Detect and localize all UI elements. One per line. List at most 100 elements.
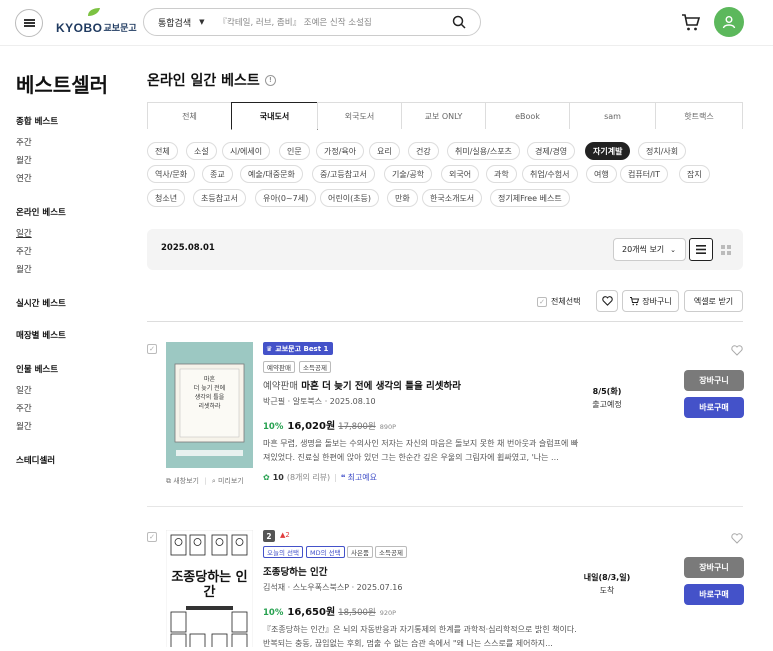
category-chip[interactable]: 취미/실용/스포츠 (447, 142, 520, 160)
search-icon[interactable] (452, 15, 466, 29)
sidebar-item-overall-yearly[interactable]: 연간 (16, 172, 32, 184)
category-chip[interactable]: 요리 (369, 142, 400, 160)
bestseller-badge: ♛ 교보문고 Best 1 (263, 342, 334, 355)
sidebar-item-person-weekly[interactable]: 주간 (16, 402, 32, 414)
add-to-cart-button[interactable]: 장바구니 (684, 557, 744, 578)
book-cover[interactable]: 마흔 더 늦기 전에 생각의 틀을 리셋하라 (166, 342, 253, 468)
category-chip[interactable]: 여행 (586, 165, 617, 183)
my-page-button[interactable] (714, 7, 744, 37)
search-icon[interactable]: ⌕ (212, 477, 216, 485)
crown-icon: ♛ (266, 344, 273, 353)
tab-ebook[interactable]: eBook (485, 102, 570, 129)
category-chip[interactable]: 시/에세이 (222, 142, 271, 160)
sidebar-group-person[interactable]: 인물 베스트 (16, 363, 58, 375)
quote-icon: ❝ (340, 473, 346, 482)
header: KYOBO 교보문고 통합검색 ▼ 『칵테일, 러브, 좀비』 조예은 신작 소… (0, 0, 773, 46)
heart-icon[interactable] (731, 345, 743, 356)
tab-sam[interactable]: sam (569, 102, 656, 129)
buy-now-button[interactable]: 바로구매 (684, 397, 744, 418)
cart-icon[interactable] (681, 12, 701, 32)
cover-line: 생각의 틀을 (194, 394, 225, 401)
heart-icon[interactable] (731, 533, 743, 544)
new-window-icon[interactable]: ⧉ (166, 477, 171, 485)
sidebar-item-online-weekly[interactable]: 주간 (16, 245, 32, 257)
category-chip[interactable]: 가정/육아 (316, 142, 365, 160)
sidebar-item-online-monthly[interactable]: 월간 (16, 263, 32, 275)
category-chip[interactable]: 전체 (147, 142, 178, 160)
sidebar-item-person-monthly[interactable]: 월간 (16, 420, 32, 432)
product-review[interactable]: ✿ 10 (8개의 리뷰) | ❝ 최고예요 (263, 472, 377, 483)
cover-text: 마흔 더 늦기 전에 생각의 틀을 리셋하라 (186, 375, 233, 411)
product-title[interactable]: 예약판매 마흔 더 늦기 전에 생각의 틀을 리셋하라 (263, 378, 461, 392)
excel-download-button[interactable]: 엑셀로 받기 (684, 290, 743, 312)
sidebar-item-person-daily[interactable]: 일간 (16, 384, 32, 396)
category-chip[interactable]: 과학 (486, 165, 517, 183)
book-cover[interactable]: 조종당하는 인간 (166, 530, 253, 647)
grid-view-button[interactable] (714, 238, 738, 261)
category-chip[interactable]: 종교 (202, 165, 233, 183)
sidebar-group-store[interactable]: 매장별 베스트 (16, 329, 66, 341)
product-tag: 소득공제 (375, 546, 407, 558)
per-page-select[interactable]: 20개씩 보기 ⌄ (613, 238, 686, 261)
kyobo-logo[interactable]: KYOBO 교보문고 (56, 8, 137, 35)
cart-all-label: 장바구니 (642, 296, 672, 306)
new-window-link[interactable]: 새창보기 (173, 477, 199, 485)
category-chip[interactable]: 기술/공학 (384, 165, 433, 183)
add-all-to-cart-button[interactable]: 장바구니 (622, 290, 679, 312)
category-chip[interactable]: 어린이(초등) (320, 189, 380, 207)
search-input[interactable]: 『칵테일, 러브, 좀비』 조예은 신작 소설집 (219, 16, 452, 28)
tab-foreign[interactable]: 외국도서 (317, 102, 402, 129)
caret-down-icon[interactable]: ▼ (199, 18, 204, 26)
category-chip[interactable]: 컴퓨터/IT (620, 165, 669, 183)
wishlist-all-button[interactable] (596, 290, 618, 312)
category-chip-active[interactable]: 자기계발 (585, 142, 631, 160)
review-icon: ✿ (263, 473, 270, 482)
sidebar-item-online-daily[interactable]: 일간 (16, 227, 32, 239)
hamburger-menu-button[interactable] (15, 9, 43, 37)
logo-text-en: KYOBO (56, 21, 103, 35)
category-chip[interactable]: 경제/경영 (527, 142, 576, 160)
category-chip[interactable]: 만화 (387, 189, 418, 207)
tab-domestic[interactable]: 국내도서 (231, 102, 318, 130)
category-chip[interactable]: 초등참고서 (193, 189, 246, 207)
sidebar-group-steady[interactable]: 스테디셀러 (16, 454, 55, 466)
category-chip[interactable]: 인문 (279, 142, 310, 160)
add-to-cart-button[interactable]: 장바구니 (684, 370, 744, 391)
sidebar-group-online[interactable]: 온라인 베스트 (16, 206, 66, 218)
info-icon[interactable]: ! (264, 74, 276, 86)
sidebar-group-overall[interactable]: 종합 베스트 (16, 115, 58, 127)
product-checkbox[interactable]: ✓ (147, 344, 157, 354)
category-chip[interactable]: 정치/사회 (638, 142, 687, 160)
category-chip[interactable]: 유아(0~7세) (255, 189, 317, 207)
list-view-button[interactable] (689, 238, 713, 261)
product-checkbox[interactable]: ✓ (147, 532, 157, 542)
category-chip[interactable]: 정기제Free 베스트 (490, 189, 570, 207)
cover-title: 조종당하는 인간 (171, 570, 248, 600)
tab-kyobo-only[interactable]: 교보 ONLY (401, 102, 486, 129)
category-chip[interactable]: 예술/대중문화 (240, 165, 303, 183)
cart-icon (630, 297, 640, 306)
category-chip[interactable]: 청소년 (147, 189, 186, 207)
product-tag: 오늘의 선택 (263, 546, 303, 558)
category-chip[interactable]: 취업/수험서 (522, 165, 578, 183)
tab-hottracks[interactable]: 핫트랙스 (655, 102, 743, 129)
tab-all[interactable]: 전체 (147, 102, 232, 129)
category-chip[interactable]: 역사/문화 (147, 165, 196, 183)
search-bar[interactable]: 통합검색 ▼ 『칵테일, 러브, 좀비』 조예은 신작 소설집 (143, 8, 481, 36)
sidebar-group-realtime[interactable]: 실시간 베스트 (16, 297, 66, 309)
category-chip[interactable]: 잡지 (679, 165, 710, 183)
search-category-select[interactable]: 통합검색 (158, 16, 191, 29)
look-inside-link[interactable]: 미리보기 (218, 477, 244, 485)
category-chip[interactable]: 한국소개도서 (422, 189, 483, 207)
sidebar-item-overall-monthly[interactable]: 월간 (16, 154, 32, 166)
category-chip[interactable]: 소설 (186, 142, 217, 160)
product-title[interactable]: 조종당하는 인간 (263, 564, 328, 578)
buy-now-button[interactable]: 바로구매 (684, 584, 744, 605)
per-page-label: 20개씩 보기 (622, 245, 665, 254)
select-all-checkbox[interactable]: ✓ 전체선택 (537, 296, 580, 307)
category-chip[interactable]: 외국어 (441, 165, 480, 183)
category-chip[interactable]: 중/고등참고서 (312, 165, 375, 183)
review-keyword: 최고예요 (347, 473, 378, 482)
sidebar-item-overall-weekly[interactable]: 주간 (16, 136, 32, 148)
category-chip[interactable]: 건강 (408, 142, 439, 160)
